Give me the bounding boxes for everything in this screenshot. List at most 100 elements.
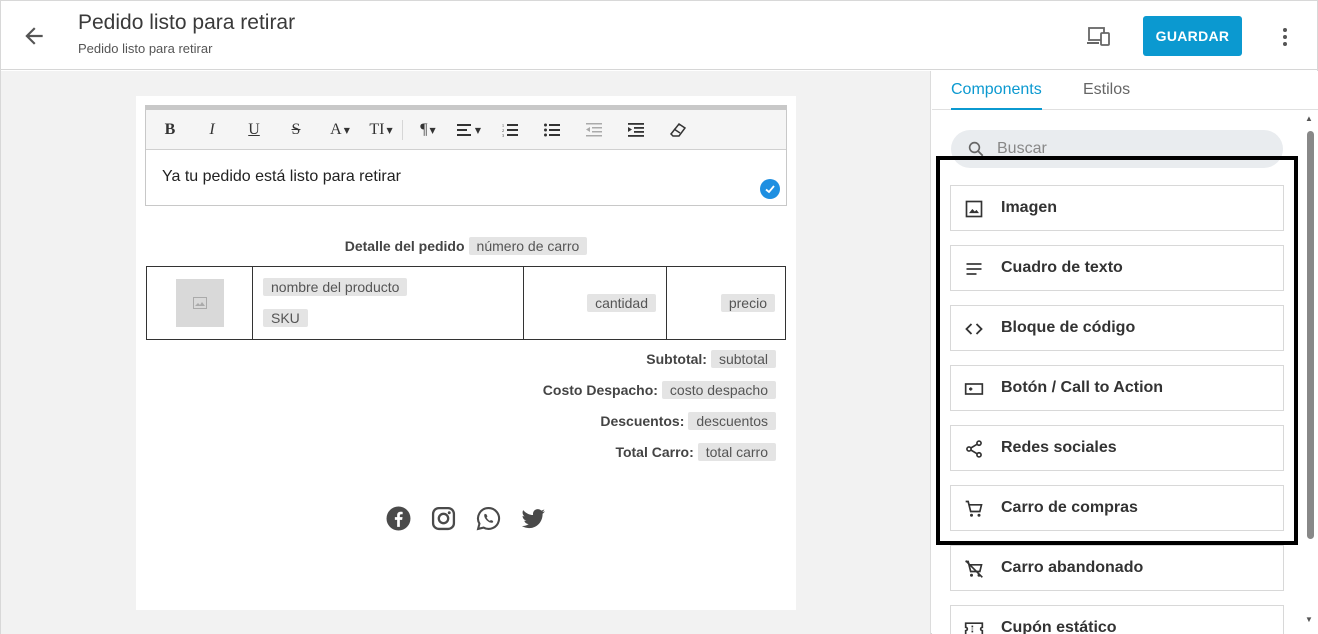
editor-text-content[interactable]: Ya tu pedido está listo para retirar	[162, 168, 401, 186]
component-imagen[interactable]: Imagen	[950, 185, 1284, 231]
component-label: Carro de compras	[1001, 499, 1138, 516]
code-icon	[963, 318, 985, 340]
quantity-cell: cantidad	[524, 267, 667, 339]
product-name-tag: nombre del producto	[263, 278, 408, 296]
price-tag: precio	[720, 294, 775, 312]
text-lines-icon	[963, 258, 985, 280]
subtotal-label: Subtotal:	[646, 351, 707, 367]
component-carro-de-compras[interactable]: Carro de compras	[950, 485, 1284, 531]
component-bloque-de-codigo[interactable]: Bloque de código	[950, 305, 1284, 351]
caret-down-icon: ▼	[386, 125, 393, 135]
device-preview-button[interactable]	[1087, 25, 1111, 47]
tab-estilos[interactable]: Estilos	[1083, 81, 1130, 99]
component-label: Cuadro de texto	[1001, 259, 1123, 276]
instagram-icon[interactable]	[431, 506, 456, 531]
search-icon	[968, 141, 984, 157]
ordered-list-button[interactable]: 123	[500, 118, 520, 142]
toolbar-divider	[402, 120, 403, 140]
eraser-icon	[670, 123, 686, 137]
top-header: Pedido listo para retirar Pedido listo p…	[1, 1, 1317, 70]
product-image-cell	[147, 267, 253, 339]
tab-components[interactable]: Components	[951, 81, 1042, 110]
email-preview: B I U S A ▼ TI ▼ ¶ ▼ ▼ 123 Ya tu pedido …	[136, 96, 796, 610]
panel-tabs: Components Estilos	[932, 71, 1318, 110]
panel-scrollbar-thumb[interactable]	[1307, 131, 1314, 539]
image-icon	[193, 297, 207, 309]
editor-toolbar: B I U S A ▼ TI ▼ ¶ ▼ ▼ 123	[146, 110, 786, 150]
underline-button[interactable]: U	[244, 118, 264, 142]
svg-text:3: 3	[502, 133, 504, 137]
search-input[interactable]	[997, 136, 1267, 162]
font-color-label: A	[330, 121, 342, 138]
check-icon	[765, 185, 775, 194]
order-number-tag: número de carro	[468, 237, 588, 255]
component-cupon-estatico[interactable]: Cupón estático	[950, 605, 1284, 634]
font-size-button[interactable]: TI ▼	[366, 118, 396, 142]
price-cell: precio	[667, 267, 785, 339]
quantity-tag: cantidad	[587, 294, 656, 312]
cart-icon	[963, 498, 985, 520]
component-list: Imagen Cuadro de texto Bloque de código …	[950, 185, 1284, 634]
confirm-check-button[interactable]	[760, 179, 780, 199]
product-sku-tag: SKU	[263, 309, 308, 327]
font-color-button[interactable]: A ▼	[326, 118, 354, 142]
save-button[interactable]: GUARDAR	[1143, 16, 1242, 56]
product-table: nombre del producto SKU cantidad precio	[146, 266, 786, 340]
ordered-list-icon: 123	[502, 123, 518, 137]
strikethrough-button[interactable]: S	[286, 118, 306, 142]
shipping-label: Costo Despacho:	[542, 382, 658, 398]
indent-icon	[628, 123, 644, 137]
total-tag: total carro	[697, 443, 776, 461]
scroll-up-arrow-icon[interactable]: ▲	[1305, 114, 1313, 123]
discounts-row: Descuentos: descuentos	[543, 412, 776, 443]
italic-button[interactable]: I	[202, 118, 222, 142]
image-icon	[963, 198, 985, 220]
component-label: Carro abandonado	[1001, 559, 1144, 576]
component-label: Redes sociales	[1001, 439, 1117, 456]
app-window: Pedido listo para retirar Pedido listo p…	[0, 0, 1318, 634]
twitter-icon[interactable]	[521, 506, 546, 531]
facebook-icon[interactable]	[386, 506, 411, 531]
shipping-row: Costo Despacho: costo despacho	[543, 381, 776, 412]
subtotal-row: Subtotal: subtotal	[543, 350, 776, 381]
button-icon	[963, 378, 985, 400]
arrow-left-icon	[25, 27, 43, 45]
component-label: Botón / Call to Action	[1001, 379, 1164, 396]
caret-down-icon: ▼	[343, 125, 350, 135]
component-boton-call-to-action[interactable]: Botón / Call to Action	[950, 365, 1284, 411]
component-carro-abandonado[interactable]: Carro abandonado	[950, 545, 1284, 591]
editor-canvas: B I U S A ▼ TI ▼ ¶ ▼ ▼ 123 Ya tu pedido …	[1, 71, 931, 634]
unordered-list-button[interactable]	[542, 118, 562, 142]
clear-format-button[interactable]	[668, 118, 688, 142]
product-image-placeholder	[176, 279, 224, 327]
cart-off-icon	[963, 558, 985, 580]
caret-down-icon: ▼	[474, 125, 482, 135]
scroll-down-arrow-icon[interactable]: ▼	[1305, 615, 1313, 624]
caret-down-icon: ▼	[429, 125, 436, 135]
share-icon	[963, 438, 985, 460]
coupon-icon	[963, 618, 985, 634]
paragraph-button[interactable]: ¶ ▼	[414, 118, 442, 142]
devices-icon	[1087, 27, 1110, 46]
back-button[interactable]	[21, 23, 47, 49]
component-cuadro-de-texto[interactable]: Cuadro de texto	[950, 245, 1284, 291]
whatsapp-icon[interactable]	[476, 506, 501, 531]
discounts-tag: descuentos	[688, 412, 776, 430]
more-options-button[interactable]	[1273, 25, 1297, 49]
component-label: Bloque de código	[1001, 319, 1136, 336]
unordered-list-icon	[544, 123, 560, 137]
bold-button[interactable]: B	[160, 118, 180, 142]
align-button[interactable]: ▼	[454, 118, 484, 142]
outdent-button[interactable]	[584, 118, 604, 142]
rich-text-editor[interactable]: B I U S A ▼ TI ▼ ¶ ▼ ▼ 123 Ya tu pedido …	[145, 105, 787, 206]
order-detail-line: Detalle del pedido número de carro	[136, 237, 796, 255]
product-info-cell: nombre del producto SKU	[253, 267, 524, 339]
outdent-icon	[586, 123, 602, 137]
component-label: Cupón estático	[1001, 619, 1117, 634]
indent-button[interactable]	[626, 118, 646, 142]
components-panel: Components Estilos Imagen Cuadro de text…	[932, 71, 1318, 634]
align-left-icon	[456, 124, 471, 136]
component-redes-sociales[interactable]: Redes sociales	[950, 425, 1284, 471]
order-detail-label: Detalle del pedido	[344, 238, 465, 254]
total-row: Total Carro: total carro	[543, 443, 776, 474]
